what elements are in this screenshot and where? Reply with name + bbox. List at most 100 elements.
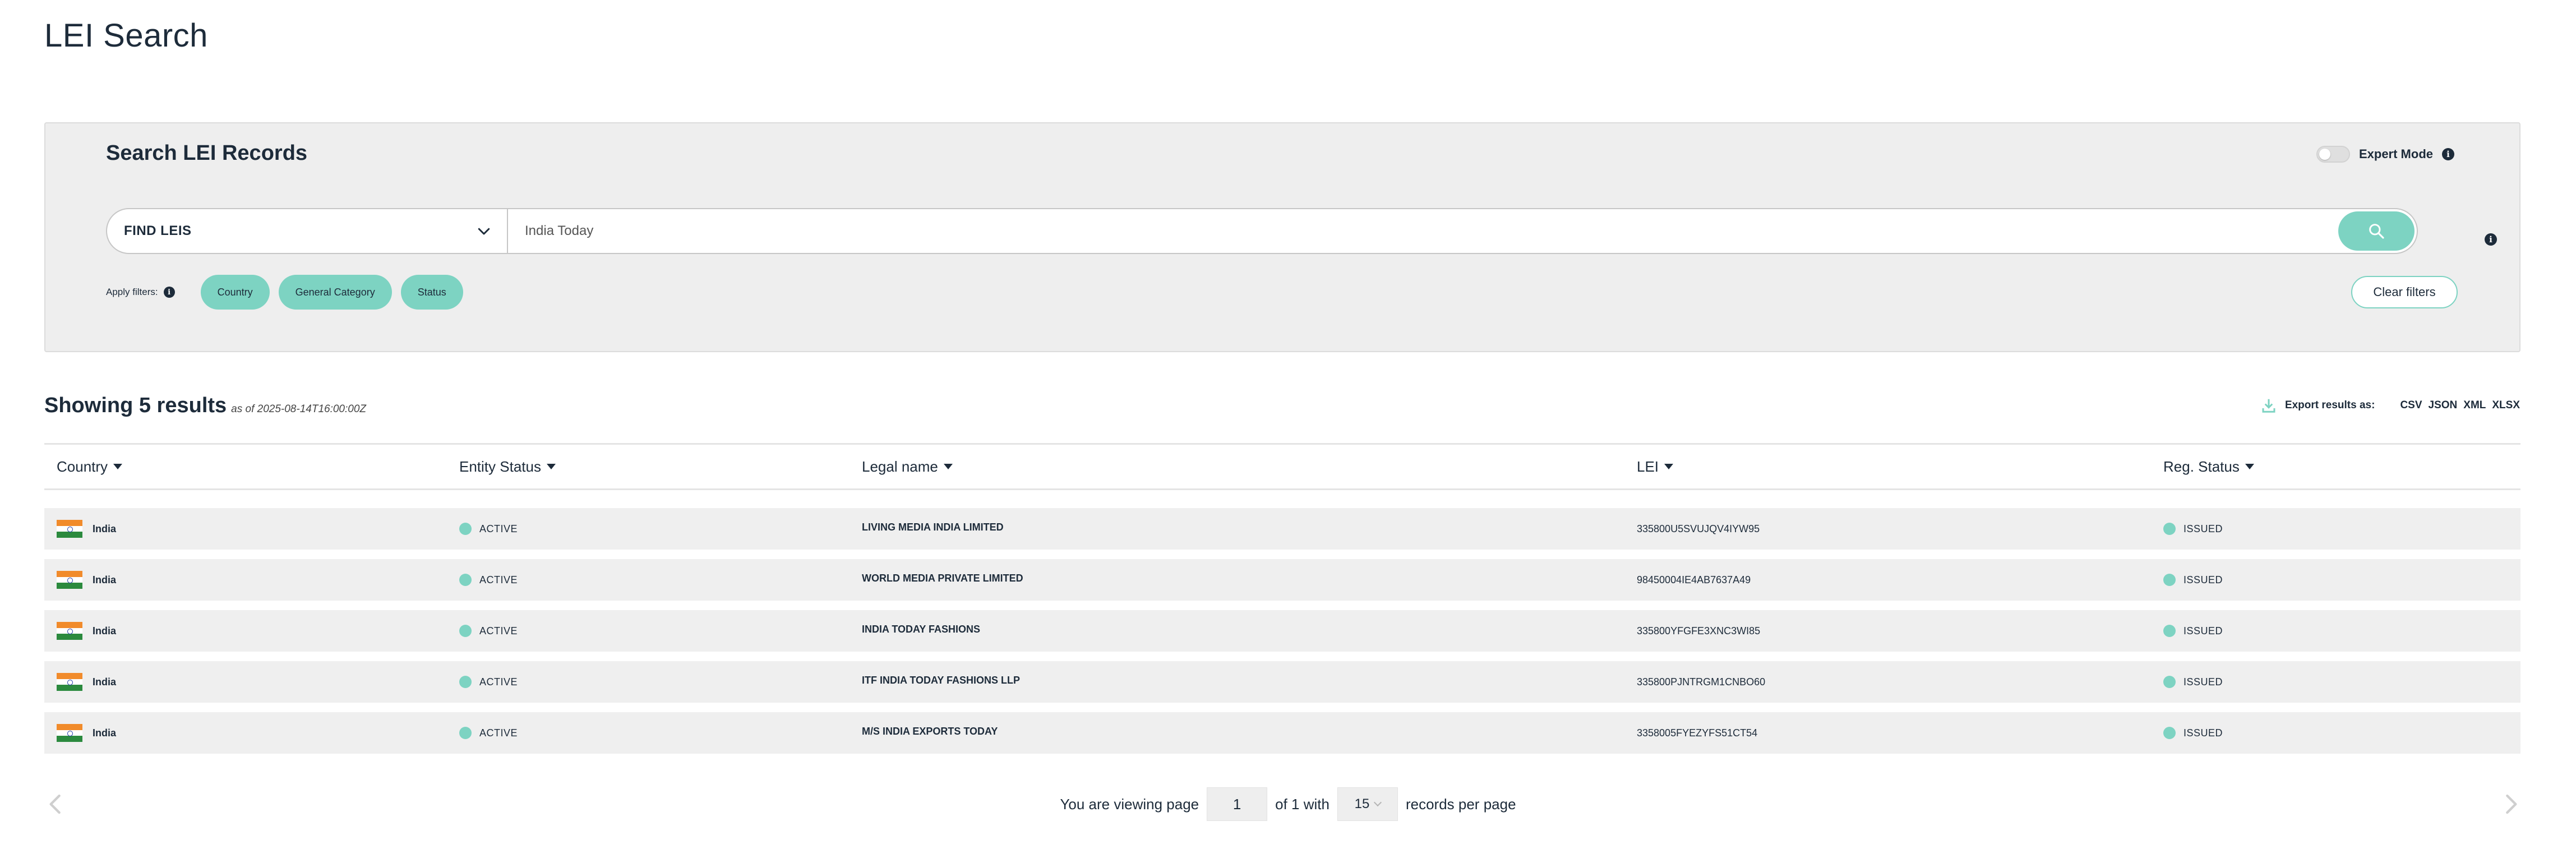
apply-filters-label: Apply filters: [106,287,158,297]
table-row[interactable]: India ACTIVE M/S INDIA EXPORTS TODAY 335… [44,712,2520,754]
sort-caret-icon [113,464,123,469]
results-timestamp: as of 2025-08-14T16:00:00Z [231,403,367,415]
column-header-entity-status[interactable]: Entity Status [459,445,556,488]
per-page-value: 15 [1354,796,1370,811]
status-dot-icon [2163,574,2176,586]
results-table: Country Entity Status Legal name LEI Reg… [44,443,2520,754]
status-dot-icon [2163,676,2176,688]
records-per-page-select[interactable]: 15 [1337,787,1398,821]
table-header: Country Entity Status Legal name LEI Reg… [44,443,2520,490]
column-header-label: Reg. Status [2163,458,2240,475]
india-flag-icon [57,724,82,742]
search-input[interactable] [508,209,2338,253]
search-heading: Search LEI Records [106,141,308,165]
page-title: LEI Search [44,17,208,54]
status-dot-icon [459,523,472,535]
filter-general-category[interactable]: General Category [278,275,392,310]
search-type-dropdown[interactable]: FIND LEIS [107,209,508,253]
search-icon [2369,224,2384,239]
chevron-down-icon [478,228,490,235]
lei-cell: 98450004IE4AB7637A49 [1637,574,1751,585]
column-header-legal-name[interactable]: Legal name [862,445,953,488]
table-row[interactable]: India ACTIVE WORLD MEDIA PRIVATE LIMITED… [44,559,2520,601]
filter-status[interactable]: Status [400,275,463,310]
reg-status-cell: ISSUED [2183,727,2223,739]
pagination-of-label: of 1 with [1275,795,1329,813]
column-header-label: Legal name [862,458,938,475]
reg-status-cell: ISSUED [2183,574,2223,585]
column-header-reg-status[interactable]: Reg. Status [2163,445,2254,488]
india-flag-icon [57,520,82,538]
status-dot-icon [459,574,472,586]
pagination: You are viewing page 1 of 1 with 15 reco… [0,787,2576,821]
lei-cell: 335800YFGFE3XNC3WI85 [1637,625,1761,636]
filters-row: Apply filters: i Country General Categor… [106,275,472,310]
results-heading: Showing 5 results as of 2025-08-14T16:00… [44,394,366,418]
search-bar: FIND LEIS [106,208,2418,254]
records-per-page-label: records per page [1405,795,1516,813]
export-xml-link[interactable]: XML [2463,399,2486,412]
india-flag-icon [57,622,82,640]
status-dot-icon [459,676,472,688]
export-bar: Export results as: CSV JSON XML XLSX [2260,397,2520,414]
country-cell: India [93,727,117,739]
country-cell: India [93,523,117,534]
column-header-label: LEI [1637,458,1659,475]
status-dot-icon [2163,523,2176,535]
search-type-label: FIND LEIS [124,223,192,238]
info-icon[interactable]: i [2442,148,2454,160]
lei-cell: 3358005FYEZYFS51CT54 [1637,727,1758,739]
pagination-viewing-label: You are viewing page [1060,795,1199,813]
sort-caret-icon [2245,464,2254,469]
toggle-knob [2319,149,2330,160]
status-dot-icon [459,727,472,739]
download-icon [2262,399,2275,413]
table-row[interactable]: India ACTIVE INDIA TODAY FASHIONS 335800… [44,610,2520,652]
country-cell: India [93,676,117,688]
legal-name-cell: ITF INDIA TODAY FASHIONS LLP [862,674,1021,686]
entity-status-cell: ACTIVE [479,676,518,688]
column-header-label: Country [57,458,108,475]
legal-name-cell: LIVING MEDIA INDIA LIMITED [862,521,1004,533]
export-json-link[interactable]: JSON [2429,399,2458,412]
page-number-input[interactable]: 1 [1207,787,1268,821]
country-cell: India [93,574,117,585]
sort-caret-icon [943,464,953,469]
expert-mode-label: Expert Mode [2358,147,2433,161]
sort-caret-icon [1664,464,1674,469]
filters-info-icon[interactable]: i [163,287,175,298]
india-flag-icon [57,571,82,589]
lei-cell: 335800PJNTRGM1CNBO60 [1637,676,1766,688]
sort-caret-icon [546,464,556,469]
search-button[interactable] [2338,211,2415,251]
search-panel: Search LEI Records Expert Mode i FIND LE… [44,122,2520,352]
column-header-lei[interactable]: LEI [1637,445,1674,488]
reg-status-cell: ISSUED [2183,523,2223,534]
reg-status-cell: ISSUED [2183,625,2223,636]
search-info-icon[interactable]: i [2485,233,2497,246]
chevron-down-icon [1374,798,1382,807]
entity-status-cell: ACTIVE [479,574,518,585]
filter-country[interactable]: Country [200,275,270,310]
lei-cell: 335800U5SVUJQV4IYW95 [1637,523,1760,534]
column-header-label: Entity Status [459,458,541,475]
status-dot-icon [2163,727,2176,739]
expert-mode: Expert Mode i [2316,146,2454,163]
entity-status-cell: ACTIVE [479,523,518,534]
entity-status-cell: ACTIVE [479,727,518,739]
legal-name-cell: WORLD MEDIA PRIVATE LIMITED [862,572,1023,584]
export-xlsx-link[interactable]: XLSX [2492,399,2520,412]
export-label: Export results as: [2284,399,2375,411]
table-row[interactable]: India ACTIVE LIVING MEDIA INDIA LIMITED … [44,508,2520,550]
results-count: Showing 5 results [44,394,227,417]
clear-filters-button[interactable]: Clear filters [2351,276,2458,308]
chevron-right-icon[interactable] [2500,793,2522,815]
status-dot-icon [2163,625,2176,637]
reg-status-cell: ISSUED [2183,676,2223,688]
expert-mode-toggle[interactable] [2316,146,2350,163]
column-header-country[interactable]: Country [57,445,123,488]
legal-name-cell: M/S INDIA EXPORTS TODAY [862,725,998,737]
india-flag-icon [57,673,82,691]
export-csv-link[interactable]: CSV [2400,399,2422,412]
table-row[interactable]: India ACTIVE ITF INDIA TODAY FASHIONS LL… [44,661,2520,703]
